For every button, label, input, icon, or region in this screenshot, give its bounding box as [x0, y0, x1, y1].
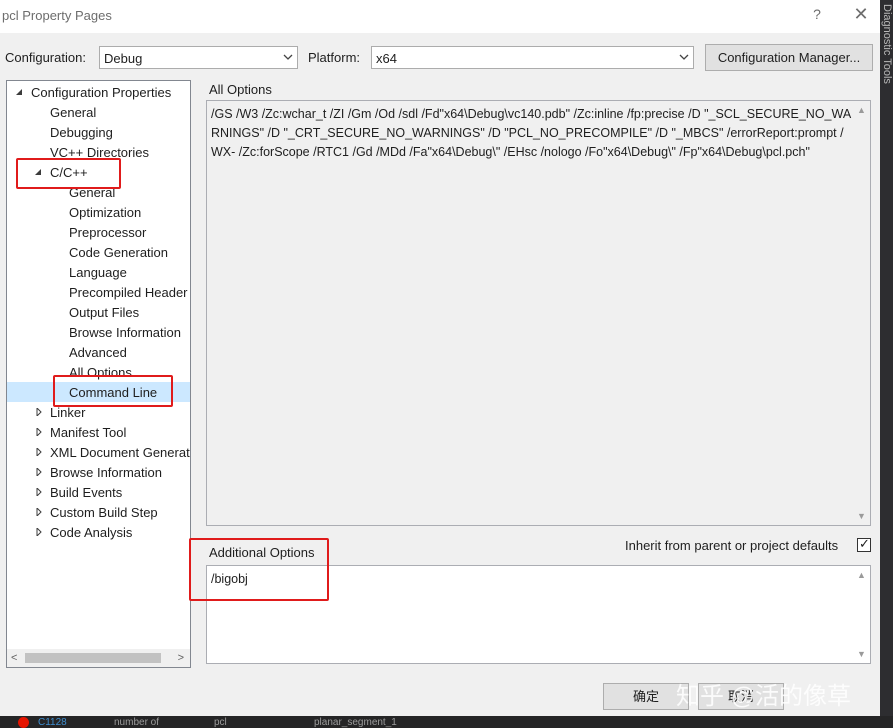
highlight-box-additional-options: [189, 538, 329, 601]
tree-item-browse-information[interactable]: Browse Information: [7, 322, 190, 342]
tree-item-preprocessor[interactable]: Preprocessor: [7, 222, 190, 242]
collapsed-triangle-icon: [36, 468, 42, 476]
tree-item-code-generation[interactable]: Code Generation: [7, 242, 190, 262]
error-code[interactable]: C1128: [38, 717, 67, 728]
scroll-left-icon[interactable]: <: [11, 652, 17, 664]
configuration-value: Debug: [104, 51, 143, 66]
all-options-textbox[interactable]: /GS /W3 /Zc:wchar_t /ZI /Gm /Od /sdl /Fd…: [206, 100, 871, 526]
collapsed-triangle-icon: [36, 488, 42, 496]
expanded-triangle-icon: [16, 89, 22, 95]
tree-item-general[interactable]: General: [7, 102, 190, 122]
all-options-text: /GS /W3 /Zc:wchar_t /ZI /Gm /Od /sdl /Fd…: [211, 107, 852, 159]
platform-dropdown[interactable]: x64: [371, 46, 694, 69]
side-panel-label: Diagnostic Tools: [881, 4, 893, 84]
scroll-up-icon[interactable]: ▲: [857, 105, 866, 115]
error-description: number of: [114, 717, 160, 728]
close-button[interactable]: ✕: [850, 4, 872, 28]
tree-item-output-files[interactable]: Output Files: [7, 302, 190, 322]
inherit-checkbox[interactable]: ✓: [857, 536, 871, 552]
tree-item-xml-document-generator[interactable]: XML Document Generat: [7, 442, 190, 462]
collapsed-triangle-icon: [36, 408, 42, 416]
configuration-label: Configuration:: [5, 50, 86, 65]
collapsed-triangle-icon: [36, 448, 42, 456]
tree-item-language[interactable]: Language: [7, 262, 190, 282]
scrollbar-thumb[interactable]: [25, 653, 161, 663]
collapsed-triangle-icon: [36, 508, 42, 516]
configuration-manager-button[interactable]: Configuration Manager...: [705, 44, 873, 71]
error-list-strip[interactable]: C1128 number of pcl planar_segment_1: [0, 716, 893, 728]
scroll-down-icon[interactable]: ▼: [857, 511, 866, 521]
scroll-down-icon[interactable]: ▼: [857, 649, 866, 659]
collapsed-triangle-icon: [36, 528, 42, 536]
tree-item-build-events[interactable]: Build Events: [7, 482, 190, 502]
title-bar: pcl Property Pages ? ✕: [0, 0, 880, 33]
tree-item-debugging[interactable]: Debugging: [7, 122, 190, 142]
configuration-dropdown[interactable]: Debug: [99, 46, 298, 69]
error-file: planar_segment_1: [314, 717, 397, 728]
chevron-down-icon: [679, 54, 689, 60]
inherit-label: Inherit from parent or project defaults: [625, 538, 839, 553]
tree-item-optimization[interactable]: Optimization: [7, 202, 190, 222]
tree-item-custom-build-step[interactable]: Custom Build Step: [7, 502, 190, 522]
tree-item-advanced[interactable]: Advanced: [7, 342, 190, 362]
help-button[interactable]: ?: [808, 6, 826, 26]
error-project: pcl: [214, 717, 227, 728]
highlight-box-command-line: [53, 375, 173, 407]
tree-item-browse-information-tool[interactable]: Browse Information: [7, 462, 190, 482]
highlight-box-cpp: [16, 158, 121, 189]
tree-item-code-analysis[interactable]: Code Analysis: [7, 522, 190, 542]
tree-horizontal-scrollbar[interactable]: < >: [7, 649, 190, 667]
all-options-label: All Options: [209, 82, 272, 97]
scroll-right-icon[interactable]: >: [178, 652, 184, 664]
diagnostic-tools-side-panel[interactable]: Diagnostic Tools: [880, 0, 893, 728]
chevron-down-icon: [283, 54, 293, 60]
tree-item-manifest-tool[interactable]: Manifest Tool: [7, 422, 190, 442]
window-title: pcl Property Pages: [2, 8, 112, 23]
checkmark-icon: ✓: [859, 536, 870, 551]
additional-options-scrollbar[interactable]: ▲ ▼: [854, 566, 870, 663]
platform-value: x64: [376, 51, 397, 66]
all-options-scrollbar[interactable]: ▲ ▼: [854, 101, 870, 525]
platform-label: Platform:: [308, 50, 361, 65]
watermark: 知乎 @活的像草: [676, 683, 852, 710]
tree-item-precompiled-header[interactable]: Precompiled Header: [7, 282, 190, 302]
error-icon: [18, 717, 29, 728]
scroll-up-icon[interactable]: ▲: [857, 570, 866, 580]
tree-item-configuration-properties[interactable]: Configuration Properties: [7, 82, 190, 102]
collapsed-triangle-icon: [36, 428, 42, 436]
